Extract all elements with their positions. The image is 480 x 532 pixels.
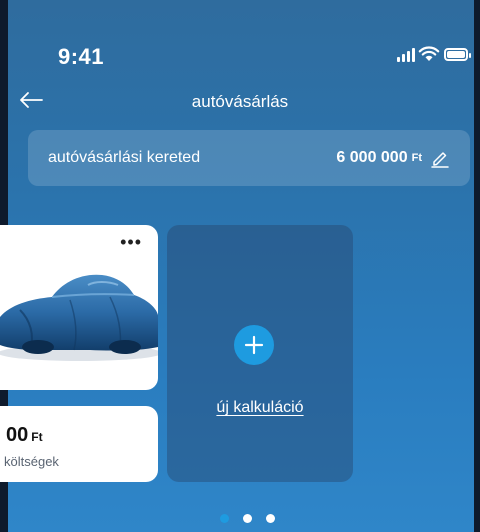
more-horizontal-icon[interactable]: •••: [120, 233, 142, 251]
cost-currency: Ft: [31, 430, 43, 444]
budget-label: autóvásárlási kereted: [48, 149, 201, 166]
new-calculation-card[interactable]: új kalkuláció: [167, 225, 353, 482]
budget-amount: 6 000 000: [336, 149, 408, 166]
page-title: autóvásárlás: [191, 92, 289, 111]
status-time: 9:41: [58, 44, 105, 69]
status-bar: 9:41: [0, 0, 480, 80]
plus-icon: [244, 335, 264, 355]
covered-car-image: [0, 274, 158, 361]
cost-label: költségek: [4, 454, 59, 469]
pencil-icon[interactable]: [430, 148, 450, 168]
car-card[interactable]: •••: [0, 225, 158, 390]
pagination-dot-1[interactable]: [220, 514, 229, 523]
pagination-dots: [220, 514, 275, 523]
budget-card[interactable]: autóvásárlási kereted 6 000 000 Ft: [28, 130, 470, 186]
battery-icon: [444, 48, 471, 61]
cost-amount: 00 Ft: [6, 424, 43, 447]
add-calculation-button[interactable]: [234, 325, 274, 365]
new-calculation-link[interactable]: új kalkuláció: [167, 399, 353, 417]
signal-icon: [397, 48, 415, 62]
pagination-dot-2[interactable]: [243, 514, 252, 523]
wifi-icon: [418, 46, 440, 61]
pagination-dot-3[interactable]: [266, 514, 275, 523]
cost-amount-value: 00: [6, 424, 29, 446]
budget-currency: Ft: [411, 152, 422, 164]
cost-card[interactable]: 00 Ft költségek: [0, 406, 158, 482]
